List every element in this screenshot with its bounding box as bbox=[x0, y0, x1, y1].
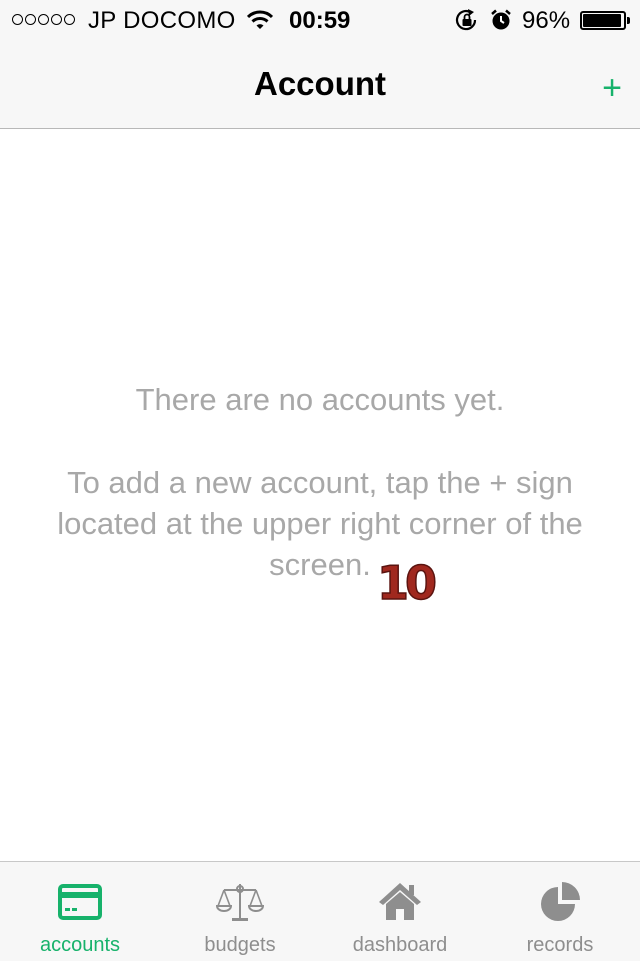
credit-card-icon bbox=[56, 878, 104, 926]
tab-accounts[interactable]: accounts bbox=[0, 862, 160, 961]
tab-budgets[interactable]: budgets bbox=[160, 862, 320, 961]
battery-fill bbox=[583, 14, 622, 27]
alarm-icon bbox=[490, 9, 512, 38]
battery-icon bbox=[580, 11, 630, 30]
house-icon bbox=[376, 878, 424, 926]
status-time: 00:59 bbox=[289, 7, 351, 34]
step-number-annotation: 10 bbox=[376, 555, 438, 611]
battery-percentage: 96% bbox=[522, 7, 571, 34]
tab-label: accounts bbox=[39, 934, 121, 956]
wifi-icon bbox=[246, 9, 274, 38]
rotation-lock-icon bbox=[455, 9, 479, 38]
carrier-name: JP DOCOMO bbox=[88, 7, 236, 34]
empty-state-hint: To add a new account, tap the + sign loc… bbox=[57, 465, 583, 582]
tab-label: dashboard bbox=[352, 934, 448, 956]
tab-bar: accounts budgets dashboard records bbox=[0, 861, 640, 961]
status-bar: JP DOCOMO 00:59 96% bbox=[0, 0, 640, 40]
signal-strength-icon bbox=[12, 14, 75, 25]
tab-label: budgets bbox=[204, 934, 276, 956]
page-title: Account bbox=[254, 65, 386, 102]
scales-icon bbox=[215, 878, 265, 926]
tab-dashboard[interactable]: dashboard bbox=[320, 862, 480, 961]
tab-records[interactable]: records bbox=[480, 862, 640, 961]
add-account-button[interactable]: + bbox=[596, 70, 628, 106]
pie-chart-icon bbox=[536, 878, 584, 926]
tab-label: records bbox=[526, 934, 594, 956]
top-bar: JP DOCOMO 00:59 96% Account + bbox=[0, 0, 640, 129]
empty-state-message: There are no accounts yet. bbox=[135, 382, 505, 417]
